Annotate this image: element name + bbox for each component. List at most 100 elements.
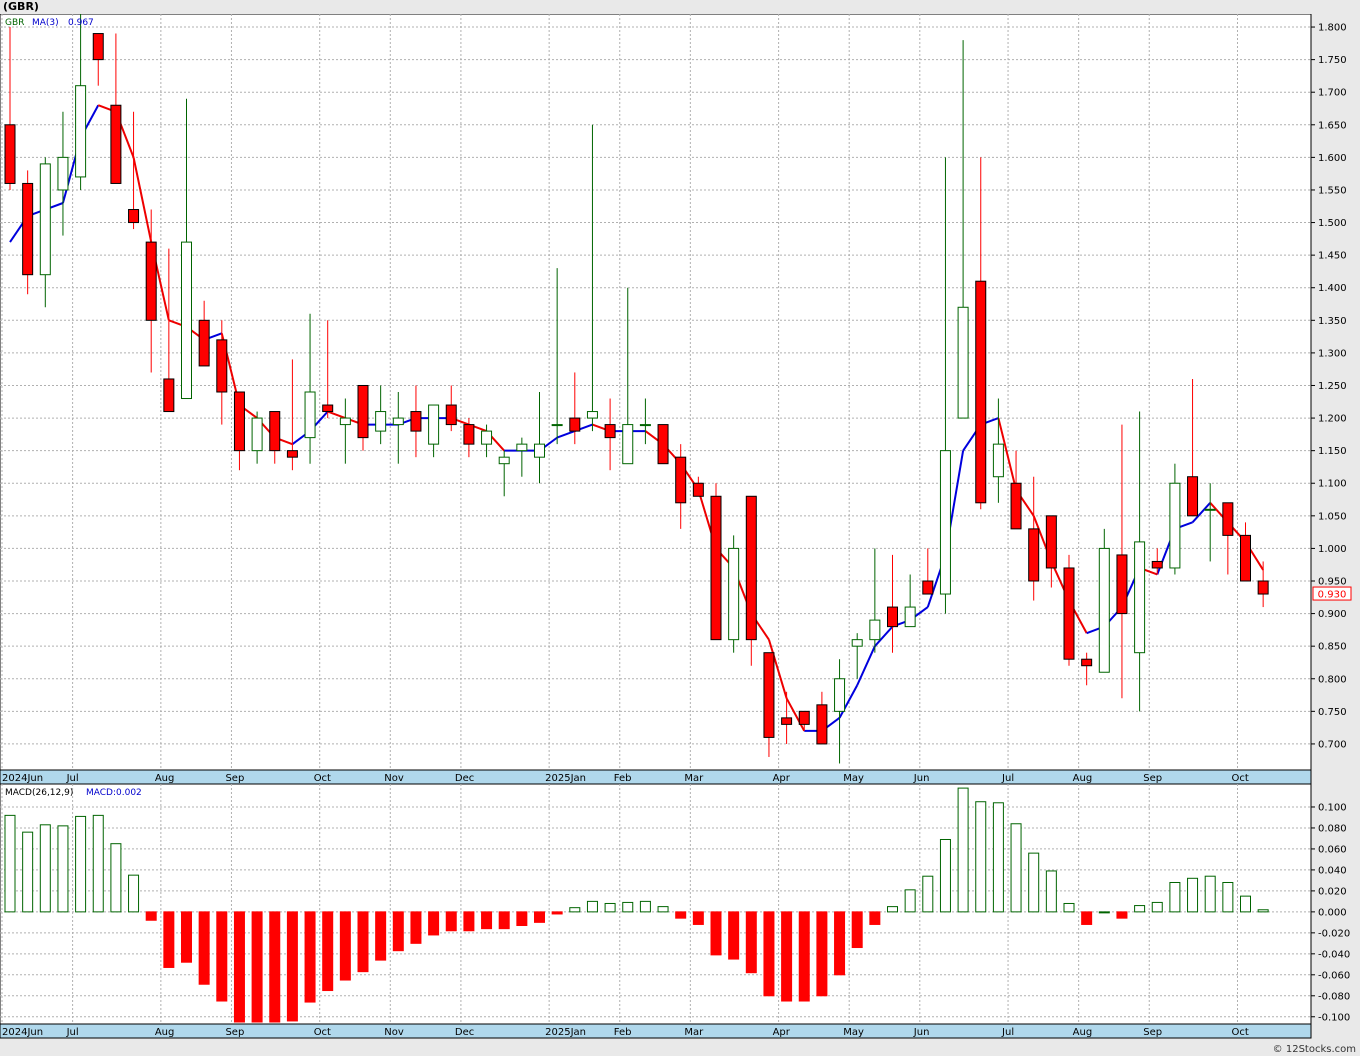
candle-body-up <box>551 424 563 427</box>
macd-x-tick-label: Oct <box>314 1027 331 1038</box>
last-price-value: 0.930 <box>1318 590 1347 601</box>
price-x-tick-label: Jul <box>66 773 79 784</box>
macd-x-tick-label: Oct <box>1232 1027 1249 1038</box>
candle-body-up <box>251 417 263 452</box>
price-x-tick-label: Mar <box>684 773 704 784</box>
macd-bar-negative <box>145 911 157 921</box>
macd-panel: 0.100 0.080 0.060 0.040 0.020 0.000 -0.020 -0.0… <box>0 784 1350 1039</box>
macd-x-tick-label: Aug <box>155 1027 175 1038</box>
macd-y-tick-label: 0.040 <box>1318 865 1347 876</box>
candle-body-down <box>692 482 704 497</box>
macd-bar-positive <box>92 814 104 913</box>
macd-bar-positive <box>569 907 581 913</box>
macd-bar-positive <box>1151 901 1163 913</box>
candle-body-down <box>816 704 828 745</box>
candle-body-down <box>604 424 616 439</box>
macd-bar-negative <box>851 911 863 949</box>
macd-y-tick-label: -0.040 <box>1318 949 1350 960</box>
macd-x-tick-label: 2025Jan <box>545 1027 586 1038</box>
macd-bar-negative <box>763 911 775 997</box>
price-y-tick-label: 1.800 <box>1318 23 1347 34</box>
macd-bar-negative <box>551 911 563 915</box>
candle-body-down <box>1257 580 1269 595</box>
candle-body-down <box>163 378 175 413</box>
candle-body-down <box>1240 534 1251 582</box>
macd-y-tick-label: 0.100 <box>1318 802 1347 813</box>
macd-bar-negative <box>286 911 298 1022</box>
candle-body-down <box>322 404 334 413</box>
price-y-tick-label: 1.350 <box>1318 316 1347 327</box>
price-x-tick-label: May <box>843 773 864 784</box>
candle-body-down <box>1222 502 1234 536</box>
macd-bar-negative <box>869 911 881 925</box>
last-price-marker: 0.930 <box>1312 586 1352 601</box>
candle-body-down <box>92 33 104 61</box>
price-x-axis-band <box>0 769 1312 785</box>
price-y-tick-label: 1.000 <box>1318 544 1347 555</box>
candle-body-down <box>675 456 687 504</box>
macd-bar-positive <box>992 802 1004 913</box>
macd-bar-negative <box>498 911 510 930</box>
macd-bar-positive <box>1134 905 1146 913</box>
candle-body-up <box>516 443 528 452</box>
macd-bar-positive <box>1063 902 1075 913</box>
macd-bar-positive <box>1169 881 1181 913</box>
macd-y-axis: 0.100 0.080 0.060 0.040 0.020 0.000 -0.020 -0.0… <box>1311 802 1350 1023</box>
candle-body-up <box>181 241 192 400</box>
macd-bar-positive <box>904 889 916 913</box>
candle-body-down <box>216 339 228 393</box>
macd-bar-negative <box>339 911 351 981</box>
price-y-tick-label: 0.900 <box>1318 609 1347 620</box>
macd-y-tick-label: -0.020 <box>1318 928 1350 939</box>
price-x-tick-label: Sep <box>1143 773 1162 784</box>
macd-bar-positive <box>57 825 69 913</box>
candle-body-up <box>1169 482 1181 569</box>
macd-bar-positive <box>939 838 951 913</box>
candle-body-up <box>304 391 316 439</box>
macd-bar-positive <box>1187 877 1199 913</box>
macd-y-tick-label: -0.060 <box>1318 970 1350 981</box>
price-y-tick-label: 1.650 <box>1318 120 1347 131</box>
price-x-tick-label: Oct <box>1232 773 1249 784</box>
price-y-tick-label: 1.600 <box>1318 153 1347 164</box>
macd-bar-positive <box>1010 823 1022 913</box>
candle-body-up <box>639 424 651 427</box>
candle-body-down <box>198 319 210 367</box>
macd-y-tick-label: 0.020 <box>1318 886 1347 897</box>
candle-body-down <box>657 424 669 465</box>
macd-bar-negative <box>392 911 404 952</box>
macd-bar-negative <box>410 911 422 944</box>
macd-bar-positive <box>1028 852 1040 913</box>
candle-body-down <box>233 391 245 452</box>
candle-body-up <box>957 306 969 419</box>
candle-body-up <box>622 424 634 465</box>
candle-body-up <box>39 163 51 276</box>
macd-bar-positive <box>39 824 51 913</box>
candle-body-down <box>569 417 581 432</box>
macd-bar-negative <box>710 911 722 956</box>
macd-y-tick-label: 0.080 <box>1318 823 1347 834</box>
candle-body-down <box>1028 528 1040 582</box>
macd-x-tick-label: Jun <box>913 1027 930 1038</box>
macd-bar-negative <box>322 911 334 992</box>
macd-x-tick-label: Nov <box>384 1027 404 1038</box>
price-y-tick-label: 1.100 <box>1318 479 1347 490</box>
price-y-tick-label: 1.550 <box>1318 185 1347 196</box>
legend-ma-value: 0.967 <box>68 18 94 28</box>
price-y-tick-label: 0.700 <box>1318 739 1347 750</box>
macd-bar-positive <box>1257 909 1269 913</box>
candle-body-down <box>357 384 369 439</box>
candle-body-down <box>269 411 281 452</box>
macd-bar-negative <box>1081 911 1093 925</box>
macd-x-tick-label: Dec <box>455 1027 474 1038</box>
macd-bar-negative <box>269 911 281 1023</box>
macd-x-tick-label: Feb <box>614 1027 632 1038</box>
candle-body-down <box>286 450 298 458</box>
candle-body-down <box>1116 554 1128 615</box>
price-y-tick-label: 1.750 <box>1318 55 1347 66</box>
macd-bar-negative <box>463 911 475 932</box>
candle-body-down <box>22 182 34 276</box>
macd-bar-positive <box>639 900 651 913</box>
legend-macd-label: MACD(26,12,9) <box>5 788 73 798</box>
candle-body-down <box>145 241 157 321</box>
